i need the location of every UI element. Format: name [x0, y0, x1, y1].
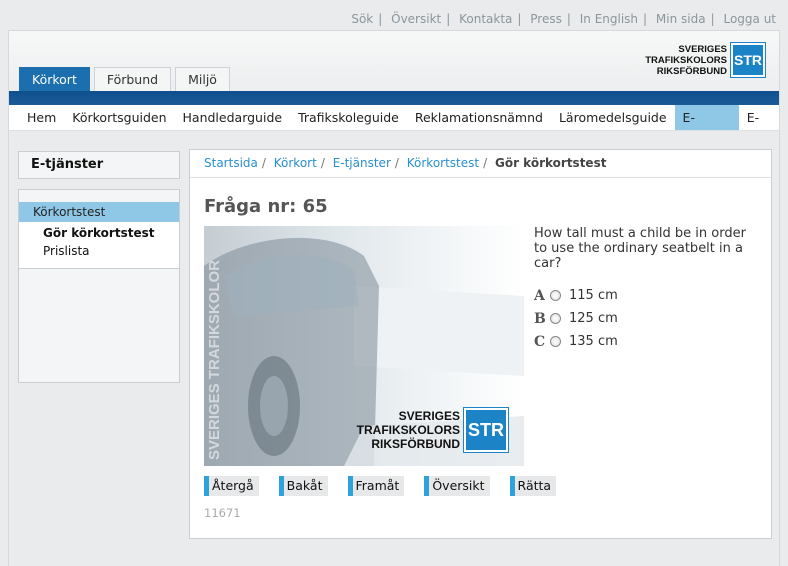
sidebar-title: E-tjänster: [18, 151, 180, 179]
nav-item-handledarguide[interactable]: Handledarguide: [175, 105, 291, 130]
answer-option-b: B 125 cm: [534, 307, 618, 330]
option-b-radio[interactable]: [550, 313, 561, 324]
separator: |: [643, 12, 648, 26]
top-links: Sök | Översikt | Kontakta | Press | In Engli…: [351, 12, 776, 26]
answer-options: A 115 cm B 125 cm C 135 cm: [534, 284, 618, 353]
nav-item-korkortsguiden[interactable]: Körkortsguiden: [64, 105, 174, 130]
image-logo-line: RIKSFÖRBUND: [371, 437, 460, 451]
logo-text: SVERIGES TRAFIKSKOLORS RIKSFÖRBUND: [645, 44, 727, 77]
action-buttons: Återgå Bakåt Framåt Översikt Rätta: [204, 476, 576, 496]
image-logo-line: TRAFIKSKOLORS: [356, 423, 460, 437]
separator: |: [378, 12, 383, 26]
nav-item-reklamationsnamnd[interactable]: Reklamationsnämnd: [407, 105, 551, 130]
main-panel: Startsida / Körkort / E-tjänster / Körkorts…: [189, 149, 772, 539]
logo-line: SVERIGES: [678, 43, 727, 55]
header-bar: [9, 91, 779, 105]
breadcrumb-korkort[interactable]: Körkort: [274, 156, 317, 170]
nav-item-laromedelsguide[interactable]: Läromedelsguide: [551, 105, 675, 130]
overview-button[interactable]: Översikt: [424, 476, 490, 496]
image-logo-mark: STR: [463, 407, 509, 453]
logo-line: RIKSFÖRBUND: [656, 65, 727, 77]
option-a-radio[interactable]: [550, 290, 561, 301]
top-link-logout[interactable]: Logga ut: [723, 12, 776, 26]
image-logo: SVERIGES TRAFIKSKOLORS RIKSFÖRBUND STR: [357, 407, 509, 453]
breadcrumb-current: Gör körkortstest: [494, 156, 607, 170]
option-letter: A: [534, 287, 545, 304]
main-nav: Hem Körkortsguiden Handledarguide Trafik…: [9, 105, 779, 151]
separator: |: [710, 12, 715, 26]
breadcrumb-e-tjanster[interactable]: E-tjänster: [333, 156, 391, 170]
top-link-my-page[interactable]: Min sida: [656, 12, 706, 26]
top-link-english[interactable]: In English: [580, 12, 638, 26]
question-code: 11671: [204, 506, 241, 520]
option-letter: B: [534, 310, 546, 327]
option-text: 115 cm: [569, 288, 618, 303]
top-link-overview[interactable]: Översikt: [391, 12, 441, 26]
nav-item-e-tjanster[interactable]: E-tjänster: [674, 105, 739, 151]
image-logo-text: SVERIGES TRAFIKSKOLORS RIKSFÖRBUND: [357, 409, 460, 451]
nav-item-hem[interactable]: Hem: [19, 105, 64, 130]
str-logo[interactable]: SVERIGES TRAFIKSKOLORS RIKSFÖRBUND STR: [645, 42, 766, 78]
breadcrumb-startsida[interactable]: Startsida: [204, 156, 258, 170]
top-link-contact[interactable]: Kontakta: [459, 12, 512, 26]
sidebar-item-gor-korkortstest[interactable]: Gör körkortstest: [19, 224, 179, 242]
question-number: Fråga nr: 65: [204, 196, 328, 217]
option-text: 125 cm: [569, 311, 618, 326]
nav-item-e-butik[interactable]: E-butik: [739, 105, 786, 151]
top-tabs: Körkort Förbund Miljö: [19, 67, 234, 91]
breadcrumb-korkortstest[interactable]: Körkortstest: [407, 156, 479, 170]
image-logo-line: SVERIGES: [398, 409, 460, 423]
grade-button[interactable]: Rätta: [509, 476, 557, 496]
answer-option-c: C 135 cm: [534, 330, 618, 353]
answer-option-a: A 115 cm: [534, 284, 618, 307]
str-logo-mark: STR: [730, 42, 766, 78]
tab-korkort[interactable]: Körkort: [19, 67, 90, 91]
sidebar-submenu: Gör körkortstest Prislista: [19, 222, 179, 269]
sidebar-item-korkortstest[interactable]: Körkortstest: [19, 202, 179, 222]
breadcrumb-separator: /: [320, 156, 325, 170]
option-letter: C: [534, 333, 546, 350]
image-watermark: SVERIGES TRAFIKSKOLOR: [206, 259, 223, 460]
header: SVERIGES TRAFIKSKOLORS RIKSFÖRBUND STR K…: [9, 31, 779, 91]
back-to-start-button[interactable]: Återgå: [204, 476, 259, 496]
nav-item-trafikskoleguide[interactable]: Trafikskoleguide: [290, 105, 407, 130]
previous-button[interactable]: Bakåt: [278, 476, 328, 496]
tab-miljo[interactable]: Miljö: [175, 67, 230, 91]
breadcrumb: Startsida / Körkort / E-tjänster / Körkorts…: [190, 150, 771, 178]
separator: |: [566, 12, 571, 26]
breadcrumb-separator: /: [261, 156, 266, 170]
separator: |: [517, 12, 522, 26]
tab-forbund[interactable]: Förbund: [93, 67, 172, 91]
logo-line: TRAFIKSKOLORS: [645, 54, 727, 66]
separator: |: [446, 12, 451, 26]
option-c-radio[interactable]: [550, 336, 561, 347]
sidebar-item-prislista[interactable]: Prislista: [19, 242, 179, 260]
breadcrumb-separator: /: [483, 156, 488, 170]
next-button[interactable]: Framåt: [347, 476, 405, 496]
breadcrumb-separator: /: [394, 156, 399, 170]
sidebar-menu: Körkortstest Gör körkortstest Prislista: [18, 189, 180, 383]
option-text: 135 cm: [569, 334, 618, 349]
top-link-press[interactable]: Press: [530, 12, 562, 26]
question-text: How tall must a child be in order to use…: [534, 226, 746, 271]
top-link-search[interactable]: Sök: [351, 12, 373, 26]
page-frame: SVERIGES TRAFIKSKOLORS RIKSFÖRBUND STR K…: [8, 30, 780, 566]
question-image: SVERIGES TRAFIKSKOLOR SVERIGES TRAFIKSKO…: [204, 226, 524, 466]
